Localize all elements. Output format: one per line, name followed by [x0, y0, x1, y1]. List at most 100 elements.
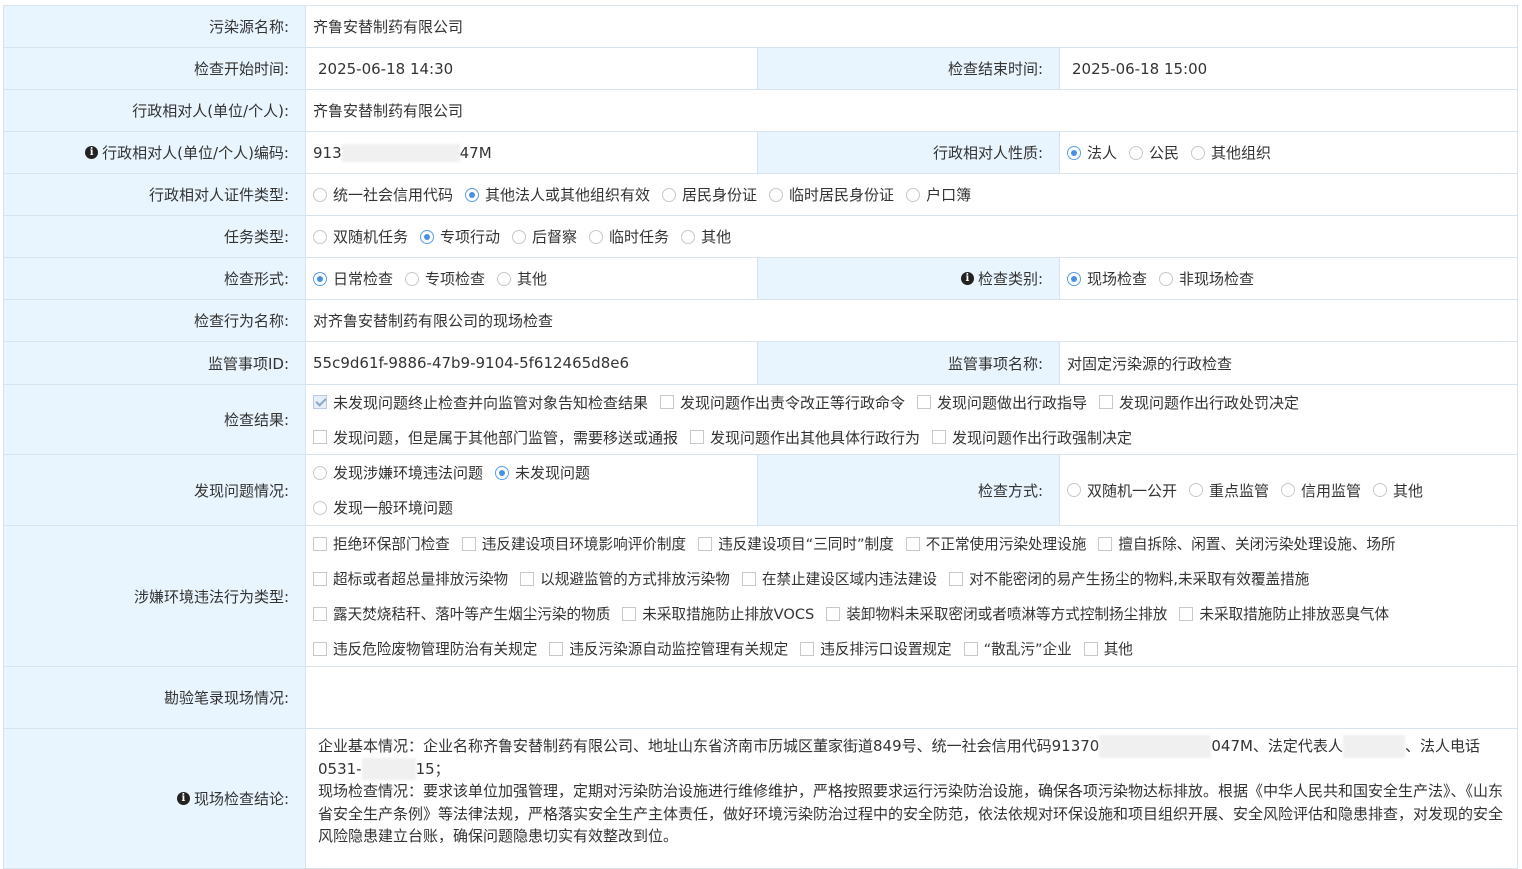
- option-label: 发现问题作出责令改正等行政命令: [680, 393, 906, 412]
- checkbox-option[interactable]: 在禁止建设区域内违法建设: [741, 568, 938, 589]
- checkbox-option[interactable]: 拒绝环保部门检查: [313, 533, 450, 554]
- radio-icon: [1281, 483, 1296, 497]
- checkbox-option[interactable]: 未采取措施防止排放恶臭气体: [1179, 603, 1389, 624]
- label-admin-party: 行政相对人(单位/个人):: [4, 90, 306, 131]
- radio-option[interactable]: 户口簿: [906, 184, 971, 205]
- checkbox-option[interactable]: 擅自拆除、闲置、关闭污染处理设施、场所: [1098, 533, 1396, 554]
- checkbox-option[interactable]: “散乱污”企业: [963, 638, 1072, 659]
- row-problem-found: 发现问题情况: 发现涉嫌环境违法问题 未发现问题 发现一般环境问题 检查方式: …: [4, 455, 1518, 526]
- radio-option[interactable]: 法人: [1067, 142, 1117, 163]
- checkbox-option[interactable]: 发现问题作出行政强制决定: [932, 427, 1132, 448]
- admin-code-prefix: 913: [313, 143, 342, 162]
- checkbox-icon: [622, 606, 637, 621]
- checkbox-option[interactable]: 违反排污口设置规定: [800, 638, 952, 659]
- radio-option[interactable]: 重点监管: [1189, 480, 1269, 501]
- radio-option[interactable]: 其他组织: [1191, 142, 1271, 163]
- checkbox-option[interactable]: 发现问题作出责令改正等行政命令: [660, 392, 905, 413]
- label-admin-code: 行政相对人(单位/个人)编码:: [102, 144, 289, 162]
- checkbox-icon: [741, 571, 756, 586]
- radio-option[interactable]: 公民: [1129, 142, 1179, 163]
- radio-option[interactable]: 居民身份证: [662, 184, 757, 205]
- option-label: 临时任务: [609, 228, 670, 246]
- radio-option[interactable]: 信用监管: [1281, 480, 1361, 501]
- checkbox-option[interactable]: 违反污染源自动监控管理有关规定: [549, 638, 788, 659]
- checkbox-option[interactable]: 违反建设项目“三同时”制度: [698, 533, 894, 554]
- option-label: 违反危险废物管理防治有关规定: [333, 641, 538, 658]
- checkbox-option[interactable]: 发现问题做出行政指导: [917, 392, 1087, 413]
- task-type-options: 双随机任务 专项行动 后督察 临时任务 其他: [306, 216, 1518, 257]
- radio-option[interactable]: 后督察: [512, 226, 577, 247]
- row-task-type: 任务类型: 双随机任务 专项行动 后督察 临时任务 其他: [4, 216, 1518, 258]
- radio-option[interactable]: 发现涉嫌环境违法问题: [313, 462, 483, 483]
- checkbox-option[interactable]: 露天焚烧秸秆、落叶等产生烟尘污染的物质: [313, 603, 610, 624]
- checkbox-icon: [1179, 606, 1194, 621]
- radio-selected-icon: [1067, 145, 1081, 160]
- radio-option[interactable]: 未发现问题: [495, 462, 590, 483]
- radio-option[interactable]: 现场检查: [1067, 268, 1147, 289]
- radio-option[interactable]: 双随机一公开: [1067, 480, 1177, 501]
- radio-option[interactable]: 临时居民身份证: [769, 184, 894, 205]
- checkbox-option[interactable]: 不正常使用污染处理设施: [905, 533, 1087, 554]
- label-check-category-wrap: i 检查类别:: [758, 258, 1060, 299]
- pollution-source-value: 齐鲁安替制药有限公司: [306, 6, 1518, 47]
- radio-icon: [1129, 145, 1144, 160]
- row-pollution-source: 污染源名称: 齐鲁安替制药有限公司: [4, 6, 1518, 48]
- radio-icon: [1191, 145, 1206, 160]
- checkbox-option[interactable]: 以规避监管的方式排放污染物: [520, 568, 730, 589]
- inspection-record-value[interactable]: [306, 667, 1518, 728]
- option-label: 对不能密闭的易产生扬尘的物料,未采取有效覆盖措施: [969, 571, 1310, 588]
- checkbox-icon: [690, 430, 705, 444]
- conclusion-text-part: 047M、法定代表人: [1211, 737, 1343, 755]
- radio-option[interactable]: 其他: [497, 268, 547, 289]
- checkbox-option[interactable]: 超标或者超总量排放污染物: [313, 568, 508, 589]
- row-cert-type: 行政相对人证件类型: 统一社会信用代码 其他法人或其他组织有效 居民身份证 临时…: [4, 174, 1518, 216]
- label-conclusion-wrap: i 现场检查结论:: [4, 729, 306, 868]
- checkbox-option[interactable]: 违反建设项目环境影响评价制度: [461, 533, 686, 554]
- radio-option[interactable]: 其他法人或其他组织有效: [465, 184, 650, 205]
- radio-icon: [1373, 483, 1388, 497]
- problem-found-options: 发现涉嫌环境违法问题 未发现问题 发现一般环境问题: [306, 455, 758, 525]
- radio-option[interactable]: 非现场检查: [1159, 268, 1254, 289]
- option-label: 违反排污口设置规定: [820, 641, 952, 658]
- radio-option[interactable]: 统一社会信用代码: [313, 184, 453, 205]
- checkbox-option[interactable]: 未发现问题终止检查并向监管对象告知检查结果: [313, 392, 648, 413]
- label-conclusion: 现场检查结论:: [193, 790, 289, 808]
- info-circle-icon[interactable]: i: [960, 272, 974, 285]
- radio-option[interactable]: 临时任务: [589, 226, 669, 247]
- label-check-action-name: 检查行为名称:: [4, 300, 306, 341]
- checkbox-option[interactable]: 发现问题，但是属于其他部门监管，需要移送或通报: [313, 427, 678, 448]
- checkbox-option[interactable]: 发现问题作出其他具体行政行为: [690, 427, 920, 448]
- option-label: 不正常使用污染处理设施: [925, 536, 1087, 553]
- option-label: 未采取措施防止排放VOCS: [642, 606, 815, 623]
- row-admin-party: 行政相对人(单位/个人): 齐鲁安替制药有限公司: [4, 90, 1518, 132]
- radio-option[interactable]: 专项行动: [420, 226, 500, 247]
- cert-type-options: 统一社会信用代码 其他法人或其他组织有效 居民身份证 临时居民身份证 户口簿: [306, 174, 1518, 215]
- checkbox-option[interactable]: 其他: [1083, 638, 1133, 659]
- radio-option[interactable]: 其他: [681, 226, 731, 247]
- check-end-value[interactable]: 2025-06-18 15:00: [1060, 48, 1518, 89]
- option-label: 非现场检查: [1179, 270, 1255, 288]
- conclusion-value[interactable]: 企业基本情况：企业名称齐鲁安替制药有限公司、地址山东省济南市历城区董家街道849…: [306, 729, 1518, 868]
- checkbox-option[interactable]: 对不能密闭的易产生扬尘的物料,未采取有效覆盖措施: [949, 568, 1309, 589]
- radio-option[interactable]: 双随机任务: [313, 226, 408, 247]
- checkbox-option[interactable]: 发现问题作出行政处罚决定: [1099, 392, 1299, 413]
- radio-option[interactable]: 专项检查: [405, 268, 485, 289]
- radio-icon: [313, 500, 327, 515]
- info-circle-icon[interactable]: i: [85, 146, 99, 159]
- option-label: 临时居民身份证: [789, 186, 895, 204]
- radio-icon: [589, 229, 604, 244]
- radio-option[interactable]: 发现一般环境问题: [313, 497, 453, 518]
- radio-option[interactable]: 其他: [1373, 480, 1423, 501]
- option-label: 重点监管: [1209, 481, 1270, 500]
- check-start-value[interactable]: 2025-06-18 14:30: [306, 48, 758, 89]
- checkbox-option[interactable]: 违反危险废物管理防治有关规定: [313, 638, 537, 659]
- option-label: 擅自拆除、闲置、关闭污染处理设施、场所: [1118, 536, 1396, 553]
- checkbox-option[interactable]: 未采取措施防止排放VOCS: [622, 603, 814, 624]
- checkbox-option[interactable]: 装卸物料未采取密闭或者喷淋等方式控制扬尘排放: [826, 603, 1167, 624]
- redacted-block: x: [1099, 735, 1212, 758]
- radio-selected-icon: [420, 229, 435, 244]
- radio-option[interactable]: 日常检查: [313, 268, 393, 289]
- option-label: 在禁止建设区域内违法建设: [761, 571, 938, 588]
- info-circle-icon[interactable]: i: [176, 792, 190, 805]
- option-label: 统一社会信用代码: [333, 186, 454, 204]
